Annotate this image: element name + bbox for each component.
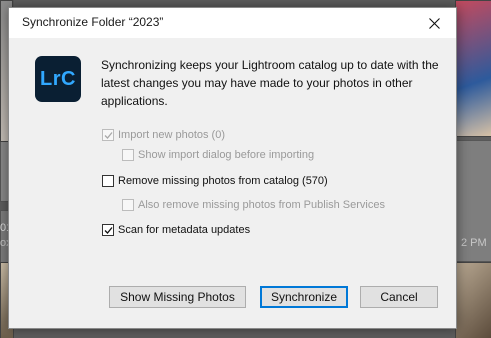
dialog-title: Synchronize Folder “2023” [22,15,164,29]
checkbox-label: Remove missing photos from catalog (570) [118,175,328,187]
logo-text: LrC [40,67,76,90]
checkbox-label: Show import dialog before importing [138,149,315,161]
cell-timestamp: 2 PM [461,237,487,249]
checkmark-icon [104,227,113,234]
cancel-button[interactable]: Cancel [360,286,438,308]
dialog-message: Synchronizing keeps your Lightroom catal… [101,58,439,108]
checkbox-box[interactable] [122,199,134,211]
lightroom-classic-logo: LrC [35,56,81,102]
checkbox-box[interactable] [102,175,114,187]
synchronize-button[interactable]: Synchronize [260,286,348,308]
checkmark-icon [104,132,113,139]
checkbox-box[interactable] [102,129,114,141]
close-icon [428,17,440,29]
remove-from-publish-services-checkbox[interactable]: Also remove missing photos from Publish … [122,199,385,211]
remove-missing-photos-checkbox[interactable]: Remove missing photos from catalog (570) [102,175,328,187]
show-import-dialog-checkbox[interactable]: Show import dialog before importing [122,149,314,161]
dialog-titlebar[interactable]: Synchronize Folder “2023” [9,8,456,38]
photo-thumbnail[interactable] [455,262,491,338]
checkbox-label: Import new photos (0) [118,129,225,141]
checkbox-label: Scan for metadata updates [118,224,251,236]
checkbox-box[interactable] [122,149,134,161]
checkbox-label: Also remove missing photos from Publish … [138,199,385,211]
show-missing-photos-button[interactable]: Show Missing Photos [109,286,246,308]
checkbox-box[interactable] [102,224,114,236]
import-new-photos-checkbox[interactable]: Import new photos (0) [102,129,225,141]
synchronize-folder-dialog: Synchronize Folder “2023” LrC Synchroniz… [8,7,457,329]
close-button[interactable] [412,8,456,38]
scan-metadata-checkbox[interactable]: Scan for metadata updates [102,224,250,236]
photo-thumbnail[interactable] [455,0,491,137]
